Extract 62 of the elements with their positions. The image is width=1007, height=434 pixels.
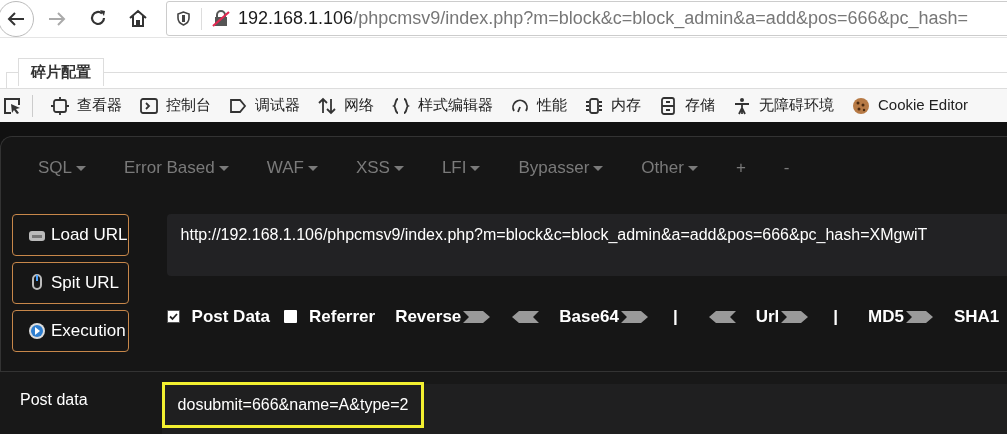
encoder-button[interactable]: Reverse [395, 304, 462, 330]
menu-item[interactable]: Other [641, 155, 698, 181]
devtools-tab[interactable]: 网络 [318, 90, 374, 121]
menu-item[interactable]: Error Based [124, 155, 229, 181]
menu-item[interactable]: LFI [441, 155, 481, 181]
address-bar[interactable]: 192.168.1.106/phpcmsv9/index.php?m=block&c=block_admin&a=add&pos=666&pc_hash= [166, 1, 1007, 36]
action-button[interactable]: Load URL [12, 214, 129, 256]
checkbox-label: Referrer [309, 306, 376, 328]
post-data-field[interactable]: dosubmit=666&name=A&type=2 [161, 384, 1007, 434]
devtools-tab[interactable]: 控制台 [140, 90, 211, 121]
back-arrow-icon [7, 11, 25, 27]
post-data-value: dosubmit=666&name=A&type=2 [161, 382, 425, 428]
encoder-button[interactable]: Url [755, 304, 780, 330]
element-picker-icon[interactable] [3, 96, 22, 115]
url-field[interactable]: http://192.168.1.106/phpcmsv9/index.php?m=block&c=block_admin&a=add&pos=666&pc_hash=XMgwiT [166, 214, 1007, 276]
debugger-icon [229, 96, 247, 115]
menu-item[interactable]: SQL [38, 155, 87, 181]
menu-item[interactable]: XSS [355, 155, 404, 181]
right-chevron-icon[interactable] [620, 309, 649, 324]
right-chevron-icon[interactable] [463, 309, 492, 324]
play-icon [27, 321, 47, 341]
devtools-tab[interactable]: 查看器 [51, 90, 122, 121]
menu-item[interactable]: + [735, 155, 746, 181]
separator-text: | [833, 306, 839, 328]
checkbox[interactable] [284, 310, 297, 324]
devtools-tab[interactable]: 调试器 [229, 90, 300, 121]
cookie-icon [852, 96, 870, 115]
right-chevron-icon[interactable] [905, 309, 934, 324]
checkbox-label: Post Data [191, 306, 270, 328]
reload-icon[interactable] [89, 9, 107, 27]
insecure-lock-icon [212, 10, 231, 27]
checkbox[interactable] [166, 310, 180, 324]
console-icon [140, 96, 158, 115]
address-text: 192.168.1.106/phpcmsv9/index.php?m=block&c=block_admin&a=add&pos=666&pc_hash= [238, 7, 969, 31]
left-chevron-icon[interactable] [511, 309, 540, 324]
action-button[interactable]: Execution [12, 310, 129, 352]
separator-text: | [672, 306, 678, 328]
page-tab[interactable]: 碎片配置 [18, 58, 104, 86]
memory-icon [585, 96, 603, 115]
menu-item[interactable]: - [783, 155, 790, 181]
right-chevron-icon[interactable] [781, 309, 810, 324]
devtools-tab[interactable]: 内存 [585, 90, 641, 121]
devtools-tab[interactable]: 样式编辑器 [392, 90, 493, 121]
shield-icon [177, 11, 190, 26]
post-data-label: Post data [20, 390, 88, 408]
arrows-icon [318, 96, 336, 115]
devtools-tab[interactable]: Cookie Editor [852, 90, 969, 121]
menu-item[interactable]: Bypasser [518, 155, 604, 181]
devtools-tab[interactable]: 性能 [511, 90, 567, 121]
braces-icon [392, 96, 410, 115]
encoder-button[interactable]: MD5 [868, 304, 904, 330]
devtools-tab[interactable]: 存储 [659, 90, 715, 121]
target-icon [51, 96, 69, 115]
encoder-button[interactable]: Base64 [559, 304, 619, 330]
home-icon[interactable] [128, 9, 148, 27]
action-button[interactable]: Spit URL [12, 262, 129, 304]
devtools-tab[interactable]: 无障碍环境 [733, 90, 834, 121]
menu-item[interactable]: WAF [266, 155, 318, 181]
left-chevron-icon[interactable] [707, 309, 736, 324]
encoder-button[interactable]: SHA1 [953, 304, 1000, 330]
person-icon [733, 96, 751, 115]
storage-icon [659, 96, 677, 115]
